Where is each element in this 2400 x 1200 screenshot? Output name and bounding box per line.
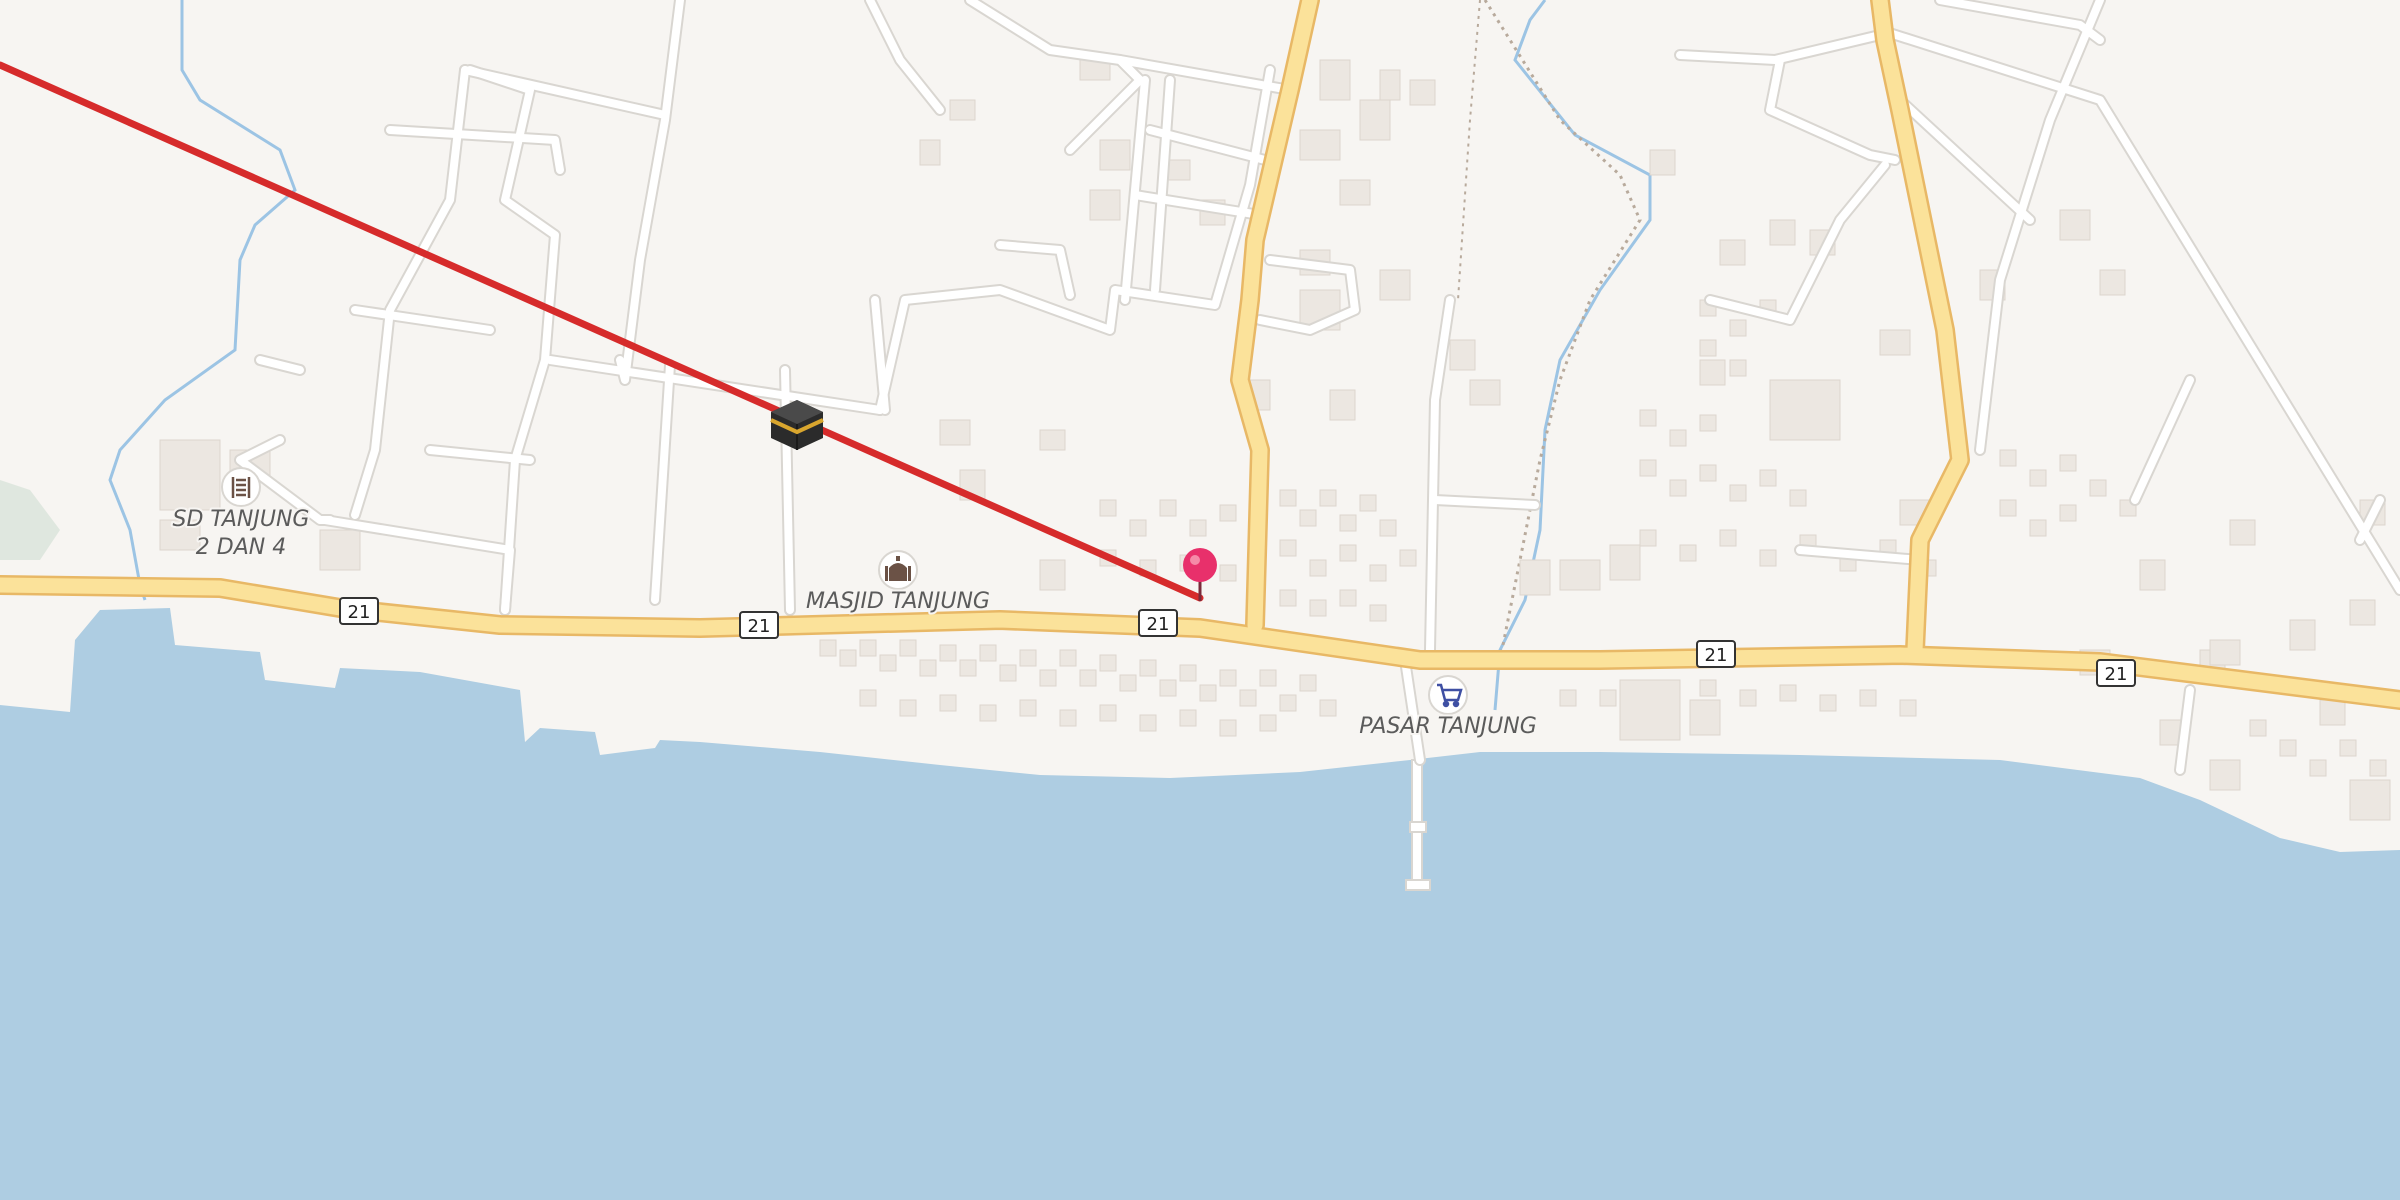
route-shield-label: 21	[748, 616, 771, 637]
jetty-mid	[1409, 821, 1427, 833]
map-canvas[interactable]: 21 21 21 21 21 SD TANJUNG 2 DAN 4 MASJID…	[0, 0, 2400, 1200]
route-shield: 21	[2096, 659, 2136, 687]
school-icon[interactable]	[221, 467, 261, 507]
route-shield: 21	[339, 597, 379, 625]
poi-school-label-line2: 2 DAN 4	[196, 535, 286, 560]
route-shield-label: 21	[1147, 614, 1170, 635]
poi-market-label: PASAR TANJUNG	[1359, 714, 1537, 739]
shopping-cart-icon[interactable]	[1428, 675, 1468, 715]
poi-mosque-label: MASJID TANJUNG	[806, 589, 990, 614]
route-shield: 21	[739, 611, 779, 639]
route-shield-label: 21	[1705, 645, 1728, 666]
route-shield: 21	[1138, 609, 1178, 637]
poi-school-label: SD TANJUNG	[173, 507, 310, 532]
jetty-end	[1405, 879, 1431, 891]
route-shield-label: 21	[2105, 664, 2128, 685]
route-shield-label: 21	[348, 602, 371, 623]
route-shield: 21	[1696, 640, 1736, 668]
